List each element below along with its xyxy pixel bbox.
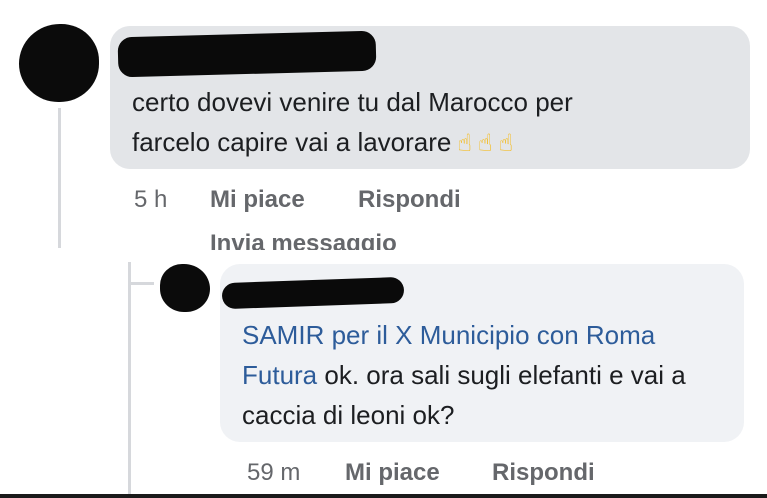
reply-avatar[interactable] (160, 264, 210, 312)
redacted-author-name (117, 30, 377, 78)
avatar[interactable] (19, 24, 99, 102)
like-button[interactable]: Mi piace (210, 186, 305, 214)
reply-reply-button[interactable]: Rispondi (492, 459, 595, 487)
comment-timestamp[interactable]: 5 h (134, 186, 167, 214)
comment-text-line-1: certo dovevi venire tu dal Marocco per (132, 87, 573, 117)
reply-thread-line (128, 262, 131, 498)
reply-timestamp[interactable]: 59 m (247, 459, 300, 487)
pointing-up-emoji-icon: ☝ (498, 129, 514, 157)
pointing-up-emoji-icon: ☝ (457, 129, 473, 157)
reply-like-button[interactable]: Mi piace (345, 459, 440, 487)
comment-text-line-2-text: farcelo capire vai a lavorare (132, 127, 452, 157)
reply-connector (128, 282, 154, 285)
comment-text: certo dovevi venire tu dal Marocco per f… (132, 82, 732, 163)
reply-text: SAMIR per il X Municipio con Roma Futura… (242, 315, 732, 435)
comment-text-line-2: farcelo capire vai a lavorare ☝ ☝ ☝ (132, 122, 732, 163)
thread-line (58, 108, 61, 248)
send-message-button[interactable]: Invia messaggio (210, 230, 397, 250)
reply-button[interactable]: Rispondi (358, 186, 461, 214)
bottom-edge (0, 494, 767, 498)
pointing-up-emoji-icon: ☝ (478, 129, 493, 157)
